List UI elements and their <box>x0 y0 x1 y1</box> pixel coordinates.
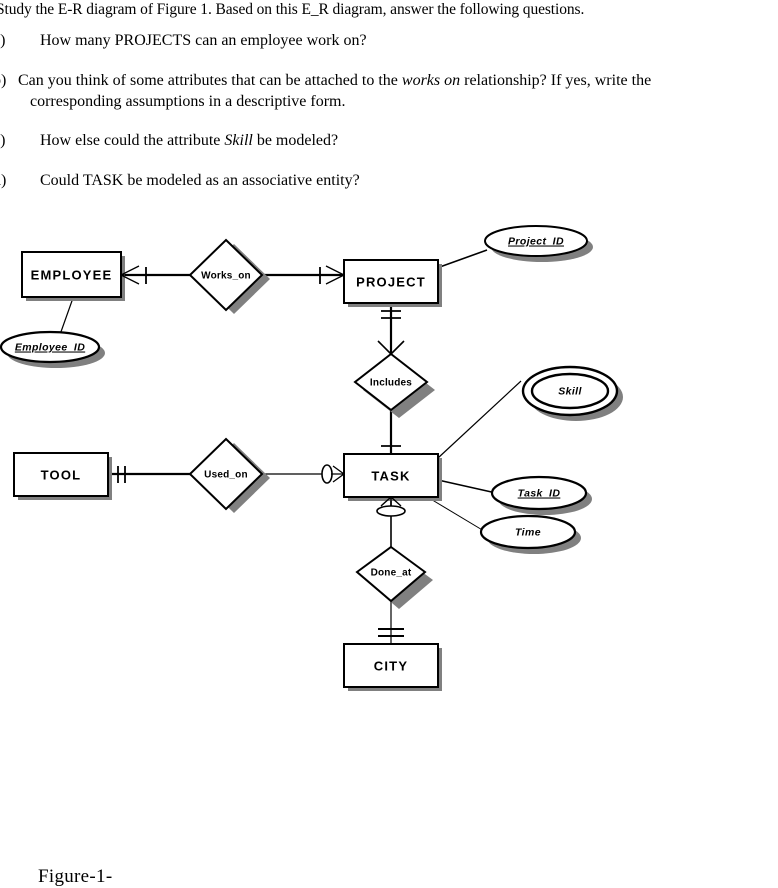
attribute-label-skill: Skill <box>558 386 582 398</box>
relationship-label-includes: Includes <box>370 378 412 389</box>
entity-city[interactable]: CITY <box>343 643 442 691</box>
attribute-label-employee_id: Employee_ID <box>15 342 85 354</box>
entity-project[interactable]: PROJECT <box>343 259 442 307</box>
entity-label-city: CITY <box>374 659 408 674</box>
question-item-a: a) How many PROJECTS can an employee wor… <box>0 30 715 51</box>
attribute-task_id[interactable]: Task_ID <box>490 475 592 515</box>
relationship-label-used_on: Used_on <box>204 470 248 481</box>
question-c-text-before: How else could the attribute <box>40 132 225 149</box>
line-task-task_id <box>437 479 497 494</box>
entity-label-tool: TOOL <box>41 468 82 483</box>
line-project-project_id <box>436 249 488 269</box>
attribute-skill[interactable]: Skill <box>521 365 623 421</box>
cardinality-task-used_on <box>321 464 345 484</box>
relationship-label-works_on: Works_on <box>201 271 251 282</box>
question-b-text-before: Can you think of some attributes that ca… <box>18 72 402 89</box>
question-text-a: How many PROJECTS can an employee work o… <box>40 32 367 49</box>
question-c-text-after: be modeled? <box>252 132 339 149</box>
question-c-emphasis: Skill <box>224 132 253 149</box>
question-item-d: d) Could TASK be modeled as an associati… <box>0 170 715 191</box>
relationship-done_at[interactable]: Done_at <box>355 545 433 609</box>
relationship-works_on[interactable]: Works_on <box>188 238 270 314</box>
line-task-skill <box>437 380 522 459</box>
question-item-c: c) How else could the attribute Skill be… <box>0 130 715 151</box>
intro-paragraph: Study the E-R diagram of Figure 1. Based… <box>0 1 585 18</box>
attribute-label-time: Time <box>515 527 541 539</box>
attribute-project_id[interactable]: Project_ID <box>484 225 593 262</box>
question-marker-c: c) <box>0 132 6 149</box>
er-diagram: EMPLOYEE PROJECT TOOL TASK CITY Works_on… <box>0 214 778 887</box>
question-marker-b: b) <box>0 72 7 89</box>
attribute-employee_id[interactable]: Employee_ID <box>0 330 105 368</box>
cardinality-includes-project <box>377 339 405 355</box>
attribute-label-project_id: Project_ID <box>508 236 564 248</box>
attribute-time[interactable]: Time <box>479 514 581 554</box>
relationship-label-done_at: Done_at <box>371 568 412 579</box>
attribute-label-task_id: Task_ID <box>518 488 561 500</box>
entity-employee[interactable]: EMPLOYEE <box>21 251 125 301</box>
relationship-used_on[interactable]: Used_on <box>188 437 270 513</box>
relationship-includes[interactable]: Includes <box>353 352 435 418</box>
entity-label-task: TASK <box>371 469 410 484</box>
question-marker-d: d) <box>0 172 7 189</box>
entity-label-project: PROJECT <box>356 275 426 290</box>
connector-lines <box>56 249 522 644</box>
er-diagram-canvas: EMPLOYEE PROJECT TOOL TASK CITY Works_on… <box>0 225 623 691</box>
cardinality-markers <box>117 265 406 637</box>
figure-caption: Figure-1- <box>38 866 113 887</box>
question-marker-a: a) <box>0 32 6 49</box>
entity-label-employee: EMPLOYEE <box>31 268 113 283</box>
question-b-continuation: corresponding assumptions in a descripti… <box>30 93 346 110</box>
question-text-d: Could TASK be modeled as an associative … <box>40 172 360 189</box>
question-b-emphasis: works on <box>401 72 461 89</box>
question-text-b: Can you think of some attributes that ca… <box>18 70 715 112</box>
question-b-text-after: relationship? If yes, write the <box>460 72 652 89</box>
question-item-b: b) Can you think of some attributes that… <box>0 70 715 112</box>
entity-task[interactable]: TASK <box>343 453 442 501</box>
entity-tool[interactable]: TOOL <box>13 452 112 500</box>
question-text-c: How else could the attribute Skill be mo… <box>40 130 715 151</box>
